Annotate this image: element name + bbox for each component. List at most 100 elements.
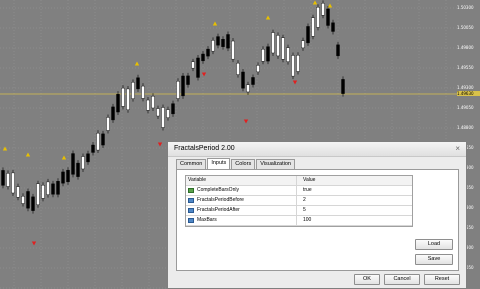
candle-body <box>216 36 220 46</box>
price-tick: 1.49550 <box>457 65 474 70</box>
table-header: Variable Value <box>186 176 412 186</box>
variable-value[interactable]: 2 <box>297 196 412 205</box>
variable-name: FractalsPeriodBefore <box>197 197 244 203</box>
candle-body <box>261 49 265 62</box>
variable-name: FractalsPeriodAfter <box>197 207 240 213</box>
candle-body <box>271 32 275 54</box>
current-price-label: 1.49630 <box>457 91 480 96</box>
price-tick: 1.50300 <box>457 5 474 10</box>
candle-body <box>301 40 305 49</box>
candle-body <box>21 196 25 204</box>
bool-icon <box>188 188 194 193</box>
save-button[interactable]: Save <box>415 254 453 265</box>
dialog-title: FractalsPeriod 2.00 <box>168 142 466 157</box>
candle-body <box>276 35 280 57</box>
candle-body <box>226 34 230 49</box>
candle-body <box>186 75 190 85</box>
candle-body <box>136 77 140 90</box>
price-tick: 1.49300 <box>457 85 474 90</box>
candle-body <box>91 144 95 153</box>
fractal-up-icon <box>265 15 271 20</box>
candle-body <box>81 156 85 170</box>
fractal-up-icon <box>212 21 218 26</box>
table-row[interactable]: FractalsPeriodAfter 5 <box>186 206 412 216</box>
candle-body <box>141 85 145 99</box>
candle-body <box>151 96 155 109</box>
candle-body <box>306 26 310 44</box>
candle-body <box>66 170 70 183</box>
variable-name: CompleteBarsOnly <box>197 187 239 193</box>
candle-body <box>316 7 320 28</box>
candle-body <box>51 183 55 195</box>
tab-common[interactable]: Common <box>176 159 207 169</box>
candle-body <box>86 153 90 163</box>
candle-body <box>336 44 340 57</box>
price-tick: 1.49050 <box>457 105 474 110</box>
fractal-up-icon <box>134 61 140 66</box>
candle-body <box>16 186 20 198</box>
variable-name: MaxBars <box>197 217 217 223</box>
close-icon[interactable]: × <box>455 142 460 156</box>
candle-body <box>41 185 45 199</box>
tab-inputs[interactable]: Inputs <box>207 158 231 169</box>
candle-body <box>321 3 325 16</box>
candle-body <box>206 48 210 57</box>
candle-body <box>286 47 290 62</box>
table-row[interactable]: CompleteBarsOnly true <box>186 186 412 196</box>
candle-body <box>311 17 315 37</box>
price-tick: 1.48800 <box>457 125 474 130</box>
inputs-panel: Variable Value CompleteBarsOnly true Fra… <box>176 169 459 271</box>
candle-body <box>191 61 195 69</box>
candle-body <box>266 46 270 62</box>
candle-body <box>156 108 160 117</box>
candle-body <box>241 71 245 89</box>
price-tick: 1.49800 <box>457 45 474 50</box>
variable-value[interactable]: 100 <box>297 216 412 225</box>
candle-body <box>36 183 40 205</box>
candle-body <box>211 40 215 52</box>
candle-body <box>101 133 105 146</box>
reset-button[interactable]: Reset <box>424 274 460 285</box>
ok-button[interactable]: OK <box>354 274 380 285</box>
column-header-variable: Variable <box>186 176 297 185</box>
candle-body <box>291 55 295 77</box>
candle-body <box>71 153 75 175</box>
fractal-up-icon <box>312 0 318 5</box>
candle-body <box>296 55 300 72</box>
candle-body <box>171 103 175 115</box>
candle-body <box>221 39 225 47</box>
cancel-button[interactable]: Cancel <box>384 274 420 285</box>
candle-body <box>236 62 240 75</box>
fractal-down-icon <box>157 142 163 147</box>
fractals-dialog: FractalsPeriod 2.00 × Common Inputs Colo… <box>167 141 467 289</box>
candle-body <box>176 80 180 99</box>
candle-body <box>231 40 235 60</box>
column-header-value: Value <box>303 177 316 183</box>
variable-value[interactable]: true <box>297 186 412 195</box>
candle-body <box>111 106 115 121</box>
candle-body <box>46 181 50 195</box>
tab-bar: Common Inputs Colors Visualization <box>176 158 296 169</box>
candle-body <box>96 132 100 151</box>
candle-body <box>161 107 165 128</box>
candle-body <box>116 93 120 113</box>
fractal-down-icon <box>201 72 207 77</box>
load-button[interactable]: Load <box>415 239 453 250</box>
fractal-up-icon <box>2 146 8 151</box>
candle-body <box>11 172 15 194</box>
table-row[interactable]: FractalsPeriodBefore 2 <box>186 196 412 206</box>
candle-body <box>121 87 125 107</box>
candle-body <box>1 170 5 186</box>
fractal-up-icon <box>61 155 67 160</box>
price-tick: 1.50050 <box>457 25 474 30</box>
fractal-down-icon <box>31 241 37 246</box>
candle-body <box>181 75 185 97</box>
fractal-up-icon <box>327 3 333 8</box>
number-icon <box>188 208 194 213</box>
tab-colors[interactable]: Colors <box>231 159 256 169</box>
table-row[interactable]: MaxBars 100 <box>186 216 412 226</box>
variable-value[interactable]: 5 <box>297 206 412 215</box>
candle-body <box>256 65 260 73</box>
tab-visualization[interactable]: Visualization <box>256 159 295 169</box>
number-icon <box>188 218 194 223</box>
